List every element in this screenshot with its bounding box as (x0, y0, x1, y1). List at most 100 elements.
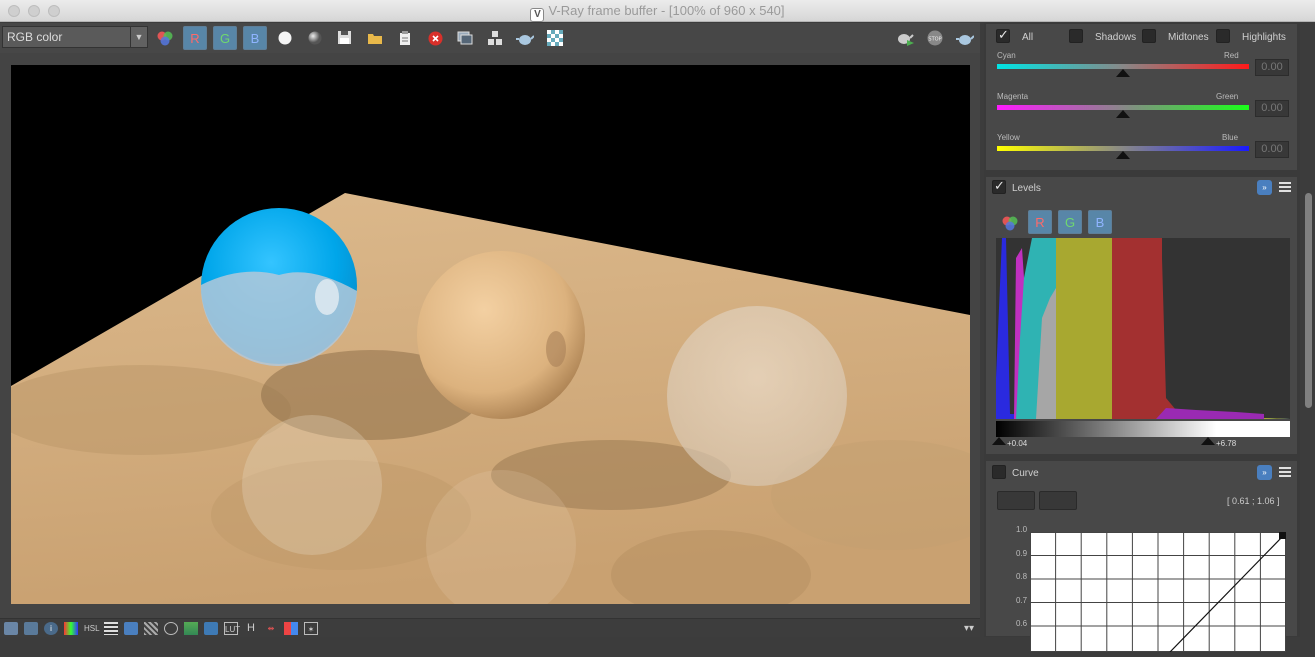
curve-panel: Curve » [ 0.61 ; 1.06 ] 1.0 0.9 0.8 0.7 … (985, 460, 1298, 653)
highlights-checkbox[interactable] (1216, 29, 1230, 43)
compare-icon[interactable] (24, 622, 38, 635)
levels-high-value: +6.78 (1216, 439, 1237, 448)
curve-label: Curve (1012, 468, 1039, 479)
levels-red-button[interactable]: R (1028, 210, 1052, 234)
all-label: All (1022, 32, 1034, 43)
histogram-icon[interactable]: H (244, 622, 258, 635)
expand-status-icon[interactable]: ▾▾ (962, 622, 976, 635)
clear-image-icon[interactable] (423, 26, 447, 50)
levels-menu-icon[interactable] (1279, 182, 1291, 193)
cyan-label: Cyan (997, 51, 1016, 60)
levels-label: Levels (1012, 183, 1041, 194)
status-bar: i HSL LUT H ⇹ ✶ ▾▾ (0, 618, 980, 637)
rendered-image (11, 65, 970, 604)
midtones-label: Midtones (1168, 32, 1209, 43)
window-title-wrap: V V-Ray frame buffer - [100% of 960 x 540… (0, 3, 1315, 22)
blue-label: Blue (1222, 133, 1239, 142)
color-balance-panel: All Shadows Midtones Highlights Cyan Red… (985, 23, 1298, 171)
curve-graph[interactable] (1030, 532, 1286, 653)
split-view-icon[interactable] (284, 622, 298, 635)
correction-panel: All Shadows Midtones Highlights Cyan Red… (984, 23, 1300, 653)
render-teapot-icon[interactable] (953, 26, 977, 50)
curve-reset-button[interactable] (997, 491, 1035, 510)
duplicate-to-history-icon[interactable] (453, 26, 477, 50)
curve-tick-0-9: 0.9 (1016, 549, 1028, 558)
magenta-label: Magenta (997, 92, 1029, 101)
background-image-icon[interactable] (184, 622, 198, 635)
vray-logo-icon: V (530, 8, 545, 22)
levels-blue-button[interactable]: B (1088, 210, 1112, 234)
all-checkbox[interactable] (996, 27, 1010, 43)
save-icon[interactable] (333, 26, 357, 50)
stop-render-icon[interactable]: STOP (923, 26, 947, 50)
curve-menu-icon[interactable] (1279, 467, 1291, 478)
stereo-icon[interactable]: ⇹ (264, 622, 278, 635)
hsl-icon[interactable]: HSL (84, 622, 100, 635)
curve-tick-0-6: 0.6 (1016, 619, 1028, 628)
checker-region-icon[interactable] (543, 26, 567, 50)
yellow-blue-slider-thumb[interactable] (1116, 151, 1130, 159)
magenta-green-value[interactable]: 0.00 (1255, 100, 1289, 117)
curve-coords: [ 0.61 ; 1.06 ] (1227, 496, 1280, 506)
levels-gradient-bar (996, 421, 1290, 437)
clipboard-icon[interactable] (393, 26, 417, 50)
color-corrections-icon[interactable] (64, 622, 78, 635)
levels-green-button[interactable]: G (1058, 210, 1082, 234)
collapse-curve-icon[interactable]: » (1257, 465, 1272, 480)
curve-tick-0-7: 0.7 (1016, 596, 1028, 605)
render-region-teapot-icon[interactable] (513, 26, 537, 50)
red-label: Red (1224, 51, 1239, 60)
exposure-icon[interactable] (124, 622, 138, 635)
curve-checkbox[interactable] (992, 465, 1006, 479)
levels-high-thumb[interactable] (1201, 437, 1215, 445)
blue-channel-button[interactable]: B (243, 26, 267, 50)
levels-checkbox[interactable] (992, 178, 1006, 194)
green-channel-button[interactable]: G (213, 26, 237, 50)
cyan-red-slider-thumb[interactable] (1116, 69, 1130, 77)
info-icon[interactable]: i (44, 622, 58, 635)
side-panel-scrollbar[interactable] (1301, 23, 1315, 637)
levels-rgb-icon[interactable] (998, 211, 1022, 235)
svg-text:STOP: STOP (928, 37, 941, 43)
magenta-green-slider-thumb[interactable] (1116, 110, 1130, 118)
shadows-label: Shadows (1095, 32, 1137, 43)
yellow-label: Yellow (997, 133, 1020, 142)
channel-select[interactable]: RGB color ▼ (2, 26, 148, 48)
scrollbar-thumb[interactable] (1305, 193, 1312, 408)
channel-select-value: RGB color (7, 30, 63, 44)
pixel-aspect-icon[interactable]: ✶ (304, 622, 318, 635)
red-channel-button[interactable]: R (183, 26, 207, 50)
cyan-red-value[interactable]: 0.00 (1255, 59, 1289, 76)
rgb-channels-icon[interactable] (153, 26, 177, 50)
render-area: RGB color ▼ R G B STOP i HSL LUT H ⇹ ✶ ▾… (0, 23, 980, 637)
toolbar: RGB color ▼ R G B STOP (0, 23, 980, 53)
track-mouse-icon[interactable] (483, 26, 507, 50)
history-icon[interactable] (4, 622, 18, 635)
curve-tick-0-8: 0.8 (1016, 572, 1028, 581)
white-sphere-icon[interactable] (273, 26, 297, 50)
mono-sphere-icon[interactable] (303, 26, 327, 50)
curve-icon[interactable] (144, 622, 158, 635)
shadows-checkbox[interactable] (1069, 29, 1083, 43)
yellow-blue-value[interactable]: 0.00 (1255, 141, 1289, 158)
lut-icon[interactable] (204, 622, 218, 635)
lens-effects-icon[interactable] (164, 622, 178, 635)
levels-low-thumb[interactable] (992, 437, 1006, 445)
levels-panel: Levels » R G B +0.04 +6.78 (985, 176, 1298, 455)
levels-low-value: +0.04 (1007, 439, 1028, 448)
ocio-icon[interactable]: LUT (224, 622, 240, 635)
curve-options-button[interactable] (1039, 491, 1077, 510)
green-label: Green (1216, 92, 1239, 101)
open-folder-icon[interactable] (363, 26, 387, 50)
render-viewport[interactable] (11, 65, 970, 604)
window-title: V-Ray frame buffer - [100% of 960 x 540] (548, 3, 785, 18)
highlights-label: Highlights (1242, 32, 1286, 43)
curve-tick-1-0: 1.0 (1016, 525, 1028, 534)
levels-icon[interactable] (104, 622, 118, 635)
interactive-render-icon[interactable] (893, 26, 917, 50)
chevron-down-icon: ▼ (130, 27, 147, 47)
title-bar: V V-Ray frame buffer - [100% of 960 x 540… (0, 0, 1315, 22)
levels-histogram[interactable] (996, 238, 1290, 419)
collapse-levels-icon[interactable]: » (1257, 180, 1272, 195)
midtones-checkbox[interactable] (1142, 29, 1156, 43)
